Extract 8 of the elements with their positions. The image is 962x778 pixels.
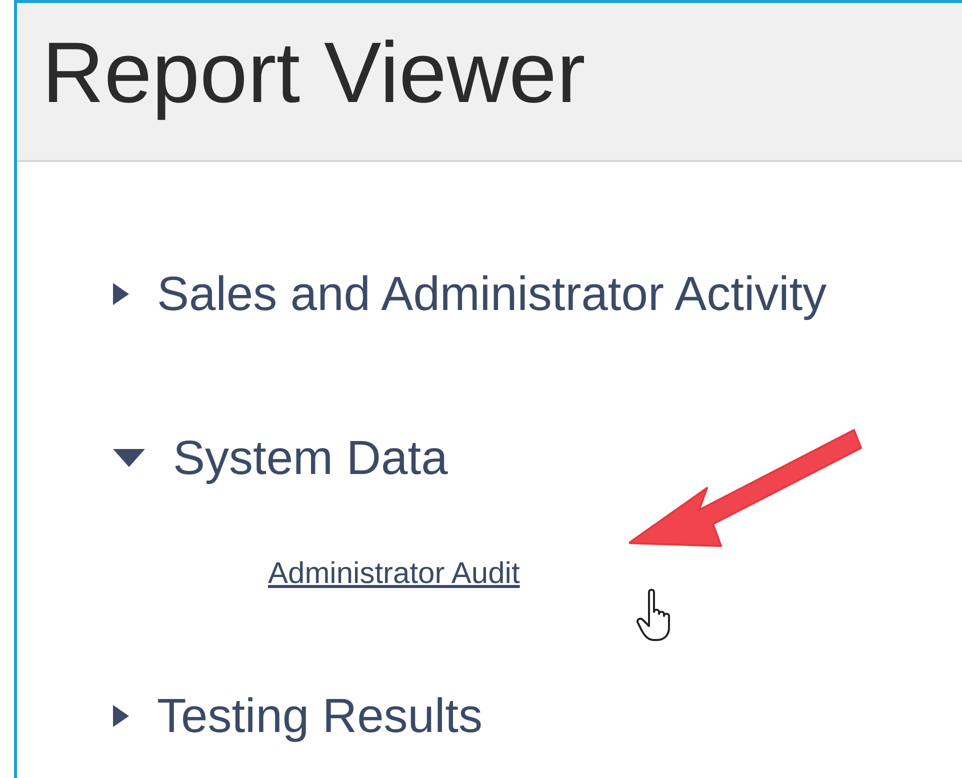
report-link[interactable]: Administrator Audit (268, 554, 520, 594)
tree-item[interactable]: Sales and Administrator Activity (113, 264, 962, 324)
tree-item[interactable]: System Data (113, 428, 962, 488)
tree-item[interactable]: Testing Results (113, 686, 962, 746)
page-title: Report Viewer (42, 24, 586, 123)
caret-right-icon (113, 705, 129, 727)
caret-down-icon (113, 449, 145, 467)
caret-right-icon (113, 283, 129, 305)
